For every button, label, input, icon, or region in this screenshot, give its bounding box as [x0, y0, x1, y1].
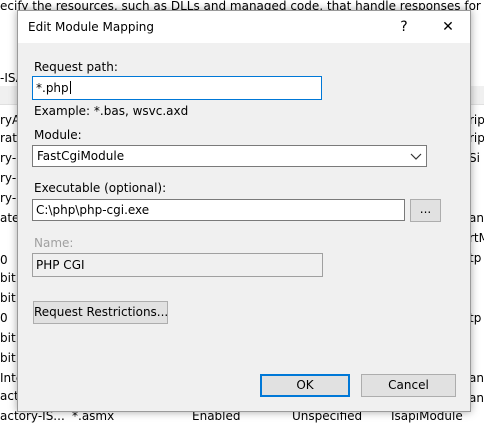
background-right-cell	[469, 290, 484, 306]
background-right-cell: rtM	[469, 231, 484, 245]
ok-label: OK	[296, 378, 314, 392]
request-path-example: Example: *.bas, wsvc.axd	[34, 104, 189, 118]
help-icon: ?	[400, 19, 408, 35]
name-label: Name:	[34, 236, 74, 250]
background-right-cell: anc	[469, 371, 484, 385]
request-restrictions-button[interactable]: Request Restrictions...	[33, 301, 168, 324]
request-path-value: *.php	[36, 81, 69, 95]
chevron-down-icon	[410, 153, 422, 160]
background-right-cell: Si	[469, 151, 480, 165]
background-right-cell	[469, 270, 484, 286]
background-right-cell: rip	[469, 113, 484, 127]
cancel-label: Cancel	[388, 378, 429, 392]
background-right-cell	[469, 170, 484, 186]
background-right-cell: tp	[469, 311, 482, 325]
background-right-cell: rip	[469, 131, 484, 145]
background-right-cell: anc	[469, 211, 484, 225]
background-right-cell: tp	[469, 251, 482, 265]
module-select[interactable]: FastCgiModule	[32, 145, 427, 167]
dialog-title: Edit Module Mapping	[28, 20, 154, 34]
dialog-titlebar[interactable]: Edit Module Mapping ? ✕	[18, 11, 470, 43]
browse-label: ...	[419, 202, 432, 216]
help-button[interactable]: ?	[382, 11, 426, 43]
name-value: PHP CGI	[36, 258, 85, 272]
name-input[interactable]: PHP CGI	[32, 253, 323, 277]
module-label: Module:	[34, 128, 82, 142]
executable-label: Executable (optional):	[34, 181, 167, 195]
background-right-cell	[469, 350, 484, 366]
close-button[interactable]: ✕	[426, 11, 470, 43]
background-right-cell	[469, 190, 484, 206]
module-selected-value: FastCgiModule	[37, 149, 125, 163]
executable-value: C:\php\php-cgi.exe	[36, 203, 150, 217]
text-caret	[69, 81, 71, 94]
edit-module-mapping-dialog: Edit Module Mapping ? ✕ Request path: *.…	[17, 10, 471, 412]
close-icon: ✕	[442, 19, 454, 35]
background-right-cell	[469, 330, 484, 346]
request-path-label: Request path:	[34, 60, 118, 74]
background-right-cell: anc	[469, 391, 484, 405]
executable-input[interactable]: C:\php\php-cgi.exe	[32, 199, 405, 221]
request-restrictions-label: Request Restrictions...	[34, 305, 169, 319]
request-path-input[interactable]: *.php	[32, 76, 322, 100]
cancel-button[interactable]: Cancel	[361, 374, 456, 397]
ok-button[interactable]: OK	[260, 374, 350, 397]
browse-button[interactable]: ...	[410, 199, 441, 222]
